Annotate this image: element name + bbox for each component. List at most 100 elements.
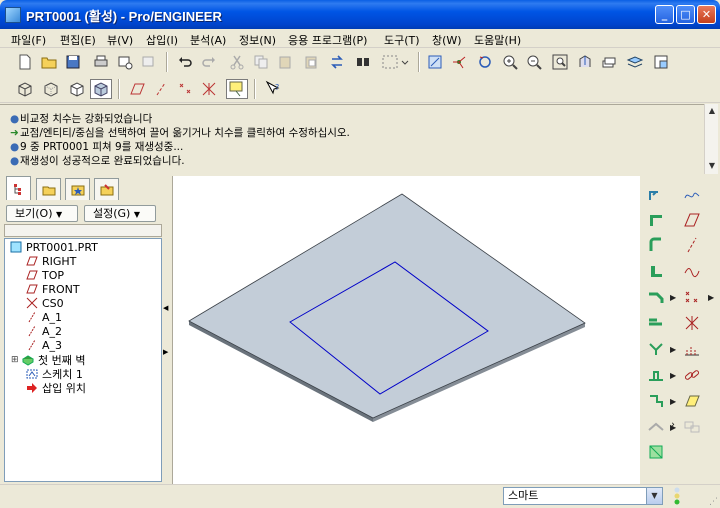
find-icon[interactable] bbox=[352, 52, 374, 72]
sketched-curve-icon[interactable] bbox=[680, 184, 704, 206]
refit-icon[interactable] bbox=[549, 52, 571, 72]
toolbar-more-arrow[interactable]: › bbox=[668, 414, 678, 436]
tab-favorites[interactable] bbox=[65, 178, 90, 200]
open-folder-icon[interactable] bbox=[38, 52, 60, 72]
chain-icon[interactable] bbox=[680, 364, 704, 386]
graphics-window[interactable] bbox=[172, 176, 640, 484]
tree-item-a1[interactable]: A_1 bbox=[25, 310, 62, 324]
selection-filter[interactable]: 스마트 ▼ bbox=[503, 487, 663, 505]
coord-sys-toggle-icon[interactable] bbox=[198, 79, 220, 99]
flyout-arrow-icon[interactable]: ▶ bbox=[670, 397, 676, 406]
datum-point-tool-icon[interactable] bbox=[680, 286, 704, 308]
view-manager-icon[interactable] bbox=[650, 52, 672, 72]
message-scrollbar[interactable]: ▲ ▼ bbox=[704, 104, 718, 174]
coord-sys-tool-icon[interactable] bbox=[680, 312, 704, 334]
flyout-arrow-icon[interactable]: ▶ bbox=[670, 345, 676, 354]
tab-folder-browser[interactable] bbox=[36, 178, 61, 200]
tree-item-a3[interactable]: A_3 bbox=[25, 338, 62, 352]
maximize-button[interactable]: □ bbox=[676, 5, 695, 24]
expand-arrow-icon[interactable]: ▶ bbox=[163, 348, 168, 356]
punch-icon[interactable] bbox=[644, 364, 668, 386]
scroll-up-icon[interactable]: ▲ bbox=[706, 105, 718, 117]
extrude-wall-icon[interactable] bbox=[644, 260, 668, 282]
expand-plus-icon[interactable]: ⊞ bbox=[11, 355, 21, 365]
show-button[interactable]: 보기(O) ▼ bbox=[6, 205, 78, 222]
menu-help[interactable]: 도움말(H) bbox=[474, 32, 521, 48]
convert-to-sheetmetal-icon[interactable] bbox=[644, 184, 668, 206]
resize-grip-icon[interactable]: ⋰ bbox=[709, 497, 718, 507]
plane-intersection-icon[interactable] bbox=[680, 416, 704, 438]
part-top-face[interactable] bbox=[188, 193, 586, 419]
layers-icon[interactable] bbox=[624, 52, 646, 72]
flange-wall-icon[interactable] bbox=[644, 234, 668, 256]
menu-view[interactable]: 뷰(V) bbox=[107, 32, 133, 48]
selection-box-icon[interactable] bbox=[378, 52, 412, 72]
datum-planes-toggle-icon[interactable] bbox=[126, 79, 148, 99]
spin-center-icon[interactable] bbox=[448, 52, 470, 72]
context-help-icon[interactable]: ? bbox=[262, 79, 284, 99]
new-file-icon[interactable] bbox=[14, 52, 36, 72]
annotation-toggle-icon[interactable] bbox=[226, 79, 248, 99]
close-button[interactable]: ✕ bbox=[697, 5, 716, 24]
orient-mode-icon[interactable] bbox=[474, 52, 496, 72]
zoom-in-icon[interactable] bbox=[499, 52, 521, 72]
cut-icon[interactable] bbox=[226, 52, 248, 72]
zoom-out-icon[interactable] bbox=[523, 52, 545, 72]
minimize-button[interactable]: _ bbox=[655, 5, 674, 24]
bend-back-icon[interactable] bbox=[644, 338, 668, 360]
datum-plane-tool-icon[interactable] bbox=[680, 209, 704, 231]
bend-icon[interactable] bbox=[644, 286, 668, 308]
datum-axis-tool-icon[interactable] bbox=[680, 234, 704, 256]
tab-model-tree[interactable] bbox=[6, 176, 31, 200]
flyout-arrow-icon[interactable]: ▶ bbox=[708, 293, 714, 302]
analysis-feature-icon[interactable] bbox=[680, 338, 704, 360]
datum-points-toggle-icon[interactable] bbox=[174, 79, 196, 99]
tree-item-top[interactable]: TOP bbox=[25, 268, 64, 282]
menu-edit[interactable]: 편집(E) bbox=[60, 32, 96, 48]
reorient-icon[interactable] bbox=[574, 52, 596, 72]
paste-icon[interactable] bbox=[274, 52, 296, 72]
flyout-arrow-icon[interactable]: ▶ bbox=[670, 371, 676, 380]
copy-icon[interactable] bbox=[250, 52, 272, 72]
undo-icon[interactable] bbox=[174, 52, 196, 72]
save-icon[interactable] bbox=[62, 52, 84, 72]
redo-icon[interactable] bbox=[198, 52, 220, 72]
menu-file[interactable]: 파일(F) bbox=[11, 32, 46, 48]
tree-item-insert-here[interactable]: 삽입 위치 bbox=[25, 380, 86, 396]
menu-insert[interactable]: 삽입(I) bbox=[146, 32, 178, 48]
rip-icon[interactable] bbox=[644, 441, 668, 463]
email-icon[interactable] bbox=[114, 52, 136, 72]
saved-views-icon[interactable] bbox=[598, 52, 620, 72]
tree-item-right[interactable]: RIGHT bbox=[25, 254, 76, 268]
datum-axes-toggle-icon[interactable] bbox=[150, 79, 172, 99]
datum-curve-tool-icon[interactable] bbox=[680, 260, 704, 282]
tree-item-a2[interactable]: A_2 bbox=[25, 324, 62, 338]
tree-item-cs0[interactable]: CS0 bbox=[25, 296, 64, 310]
paste-special-icon[interactable] bbox=[300, 52, 322, 72]
hidden-line-icon[interactable] bbox=[40, 79, 62, 99]
no-hidden-icon[interactable] bbox=[66, 79, 88, 99]
flat-wall-icon[interactable] bbox=[644, 209, 668, 231]
unbend-icon[interactable] bbox=[644, 312, 668, 334]
menu-analysis[interactable]: 분석(A) bbox=[190, 32, 226, 48]
form-icon[interactable] bbox=[644, 390, 668, 412]
tree-item-front[interactable]: FRONT bbox=[25, 282, 80, 296]
settings-button[interactable]: 설정(G) ▼ bbox=[84, 205, 156, 222]
tab-connections[interactable] bbox=[94, 178, 119, 200]
collapse-arrow-icon[interactable]: ◀ bbox=[163, 304, 168, 312]
menu-window[interactable]: 창(W) bbox=[432, 32, 462, 48]
menu-applications[interactable]: 응용 프로그램(P) bbox=[288, 32, 367, 48]
email-link-icon[interactable] bbox=[138, 52, 160, 72]
tree-item-part[interactable]: PRT0001.PRT bbox=[9, 240, 98, 254]
part-model-view[interactable] bbox=[173, 176, 641, 484]
shading-icon[interactable] bbox=[90, 79, 112, 99]
repaint-icon[interactable] bbox=[424, 52, 446, 72]
annotation-feature-icon[interactable] bbox=[680, 390, 704, 412]
pane-splitter[interactable]: ◀ ▶ bbox=[162, 176, 169, 484]
chevron-down-icon[interactable]: ▼ bbox=[646, 488, 662, 504]
wireframe-icon[interactable] bbox=[14, 79, 36, 99]
print-icon[interactable] bbox=[90, 52, 112, 72]
menu-info[interactable]: 정보(N) bbox=[239, 32, 276, 48]
menu-tools[interactable]: 도구(T) bbox=[384, 32, 420, 48]
scroll-down-icon[interactable]: ▼ bbox=[706, 160, 718, 172]
